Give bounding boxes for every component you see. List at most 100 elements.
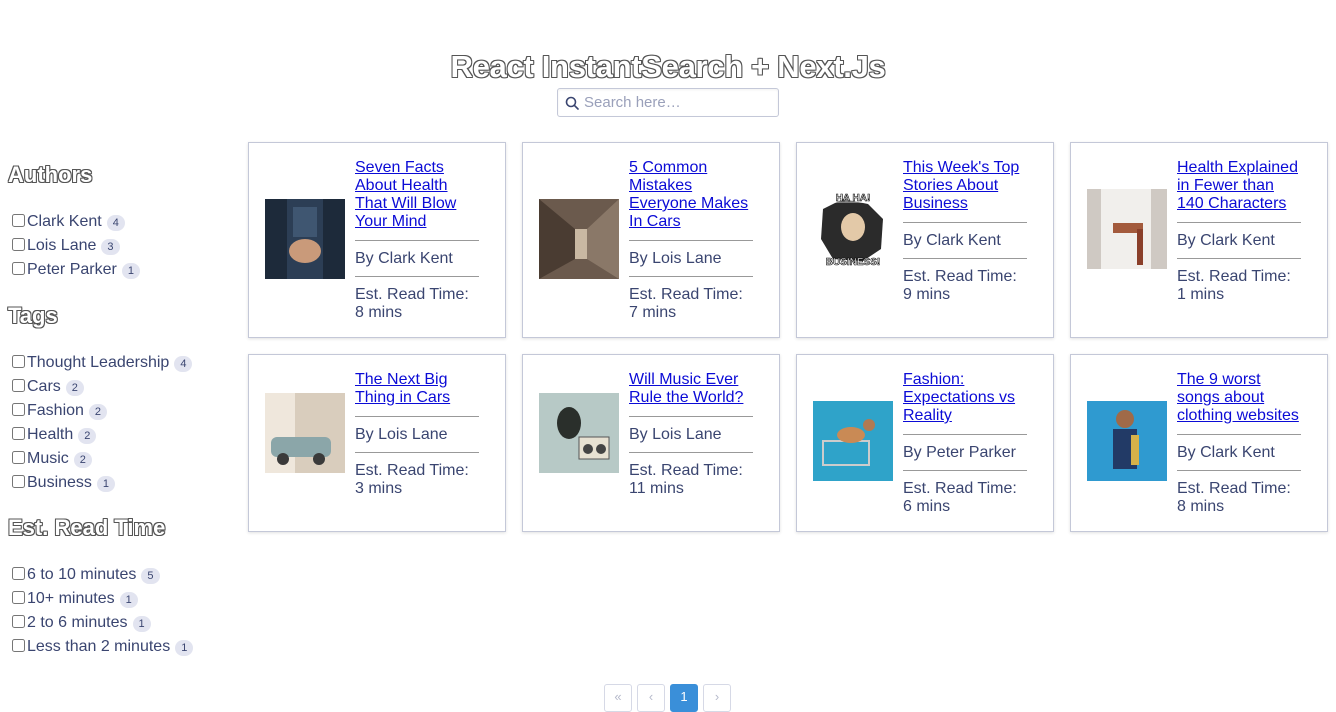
hit-image [539,199,619,279]
search-box[interactable] [557,88,779,117]
hit-title-link[interactable]: This Week's Top Stories About Business [903,159,1027,223]
facet-label: Business [27,474,92,491]
hit-author: By Lois Lane [629,417,753,453]
checkbox[interactable] [12,237,25,251]
facet-label: Health [27,426,74,443]
facet-title-read-time: Est. Read Time [8,515,166,540]
hit-title-link[interactable]: Fashion: Expectations vs Reality [903,371,1027,435]
facet-label: Clark Kent [27,213,102,230]
tags-list: Thought Leadership 4 Cars 2 Fashion 2 Healt… [8,351,193,495]
facet-count: 1 [121,263,140,279]
hit-image [265,393,345,473]
facet-count: 2 [65,380,84,396]
facet-item-music[interactable]: Music 2 [8,447,192,471]
authors-list: Clark Kent 4 Lois Lane 3 Peter Parker 1 [8,210,140,282]
facet-label: Peter Parker [27,261,117,278]
hit-title-link[interactable]: The Next Big Thing in Cars [355,371,479,417]
facet-title-authors: Authors [8,162,93,187]
checkbox[interactable] [12,450,25,464]
facet-item-health[interactable]: Health 2 [8,423,192,447]
facet-item-2-to-6[interactable]: 2 to 6 minutes 1 [8,611,193,635]
checkbox[interactable] [12,378,25,392]
read-time-list: 6 to 10 minutes 5 10+ minutes 1 2 to 6 min… [8,563,194,659]
facet-label: Lois Lane [27,237,97,254]
facet-label: 10+ minutes [27,590,115,607]
hit-author: By Clark Kent [903,223,1027,259]
facet-count: 2 [78,428,97,444]
checkbox[interactable] [12,402,25,416]
hit-image [539,393,619,473]
facet-count: 5 [141,568,160,584]
facet-count: 2 [73,452,92,468]
hit-title-link[interactable]: 5 Common Mistakes Everyone Makes In Cars [629,159,753,241]
hit-read-time: Est. Read Time: 6 mins [903,480,1017,515]
checkbox[interactable] [12,354,25,368]
hit-card: The 9 worst songs about clothing website… [1070,354,1328,532]
facet-count: 2 [88,404,108,420]
meme-top-text: HA HA! [836,193,871,204]
hit-author: By Clark Kent [1177,435,1301,471]
facet-count: 1 [132,616,151,632]
meme-bottom-text: BUSINESS! [826,257,880,268]
hit-read-time: Est. Read Time: 8 mins [355,286,469,321]
hit-read-time: Est. Read Time: 7 mins [629,286,743,321]
hit-read-time: Est. Read Time: 11 mins [629,462,743,497]
checkbox[interactable] [12,638,25,652]
facet-item-thought-leadership[interactable]: Thought Leadership 4 [8,351,193,375]
hit-image: HA HA! BUSINESS! [813,189,893,269]
hit-image [1087,401,1167,481]
hit-title-link[interactable]: Will Music Ever Rule the World? [629,371,753,417]
checkbox[interactable] [12,590,25,604]
hit-card: Fashion: Expectations vs Reality By Pete… [796,354,1054,532]
hit-title-link[interactable]: Seven Facts About Health That Will Blow … [355,159,479,241]
checkbox[interactable] [12,474,25,488]
facet-count: 3 [101,239,120,255]
facet-label: 2 to 6 minutes [27,614,128,631]
facet-item-10-plus[interactable]: 10+ minutes 1 [8,587,193,611]
hit-read-time: Est. Read Time: 8 mins [1177,480,1291,515]
checkbox[interactable] [12,426,25,440]
checkbox[interactable] [12,566,25,580]
hit-title-link[interactable]: Health Explained in Fewer than 140 Chara… [1177,159,1301,223]
hit-author: By Peter Parker [903,435,1027,471]
checkbox[interactable] [12,261,25,275]
facet-item-lois-lane[interactable]: Lois Lane 3 [8,234,140,258]
facet-item-cars[interactable]: Cars 2 [8,375,192,399]
facet-title-tags: Tags [8,303,58,328]
hit-card: Health Explained in Fewer than 140 Chara… [1070,142,1328,338]
facet-item-peter-parker[interactable]: Peter Parker 1 [8,258,140,282]
hit-card: HA HA! BUSINESS! This Week's Top Stories… [796,142,1054,338]
read-time-facet: Est. Read Time 6 to 10 minutes 5 10+ minu… [8,513,194,659]
facet-item-business[interactable]: Business 1 [8,471,192,495]
checkbox[interactable] [12,213,25,227]
hit-card: 5 Common Mistakes Everyone Makes In Cars… [522,142,780,338]
hit-card: The Next Big Thing in Cars By Lois Lane … [248,354,506,532]
tags-facet: Tags Thought Leadership 4 Cars 2 Fashion 2 … [8,301,193,495]
facet-count: 4 [106,215,125,231]
facet-count: 1 [119,592,138,608]
authors-facet: Authors Clark Kent 4 Lois Lane 3 Peter Par… [8,160,140,282]
hit-image [1087,189,1167,269]
facet-count: 4 [174,356,193,372]
hit-read-time: Est. Read Time: 3 mins [355,462,469,497]
search-input[interactable] [584,92,774,113]
hit-card: Will Music Ever Rule the World? By Lois … [522,354,780,532]
hit-card: Seven Facts About Health That Will Blow … [248,142,506,338]
facet-item-6-to-10[interactable]: 6 to 10 minutes 5 [8,563,193,587]
hit-author: By Clark Kent [1177,223,1301,259]
facet-label: Fashion [27,402,84,419]
facet-label: Less than 2 minutes [27,638,171,655]
hit-title-link[interactable]: The 9 worst songs about clothing website… [1177,371,1301,435]
page-title: React InstantSearch + Next.Js [450,48,886,84]
hit-author: By Clark Kent [355,241,479,277]
facet-label: Music [27,450,69,467]
facet-label: 6 to 10 minutes [27,566,137,583]
facet-count: 1 [175,640,194,656]
facet-count: 1 [96,476,116,492]
facet-item-less-than-2[interactable]: Less than 2 minutes 1 [8,635,194,659]
hit-read-time: Est. Read Time: 9 mins [903,268,1017,303]
checkbox[interactable] [12,614,25,628]
facet-item-fashion[interactable]: Fashion 2 [8,399,192,423]
facet-item-clark-kent[interactable]: Clark Kent 4 [8,210,140,234]
facet-label: Cars [27,378,61,395]
